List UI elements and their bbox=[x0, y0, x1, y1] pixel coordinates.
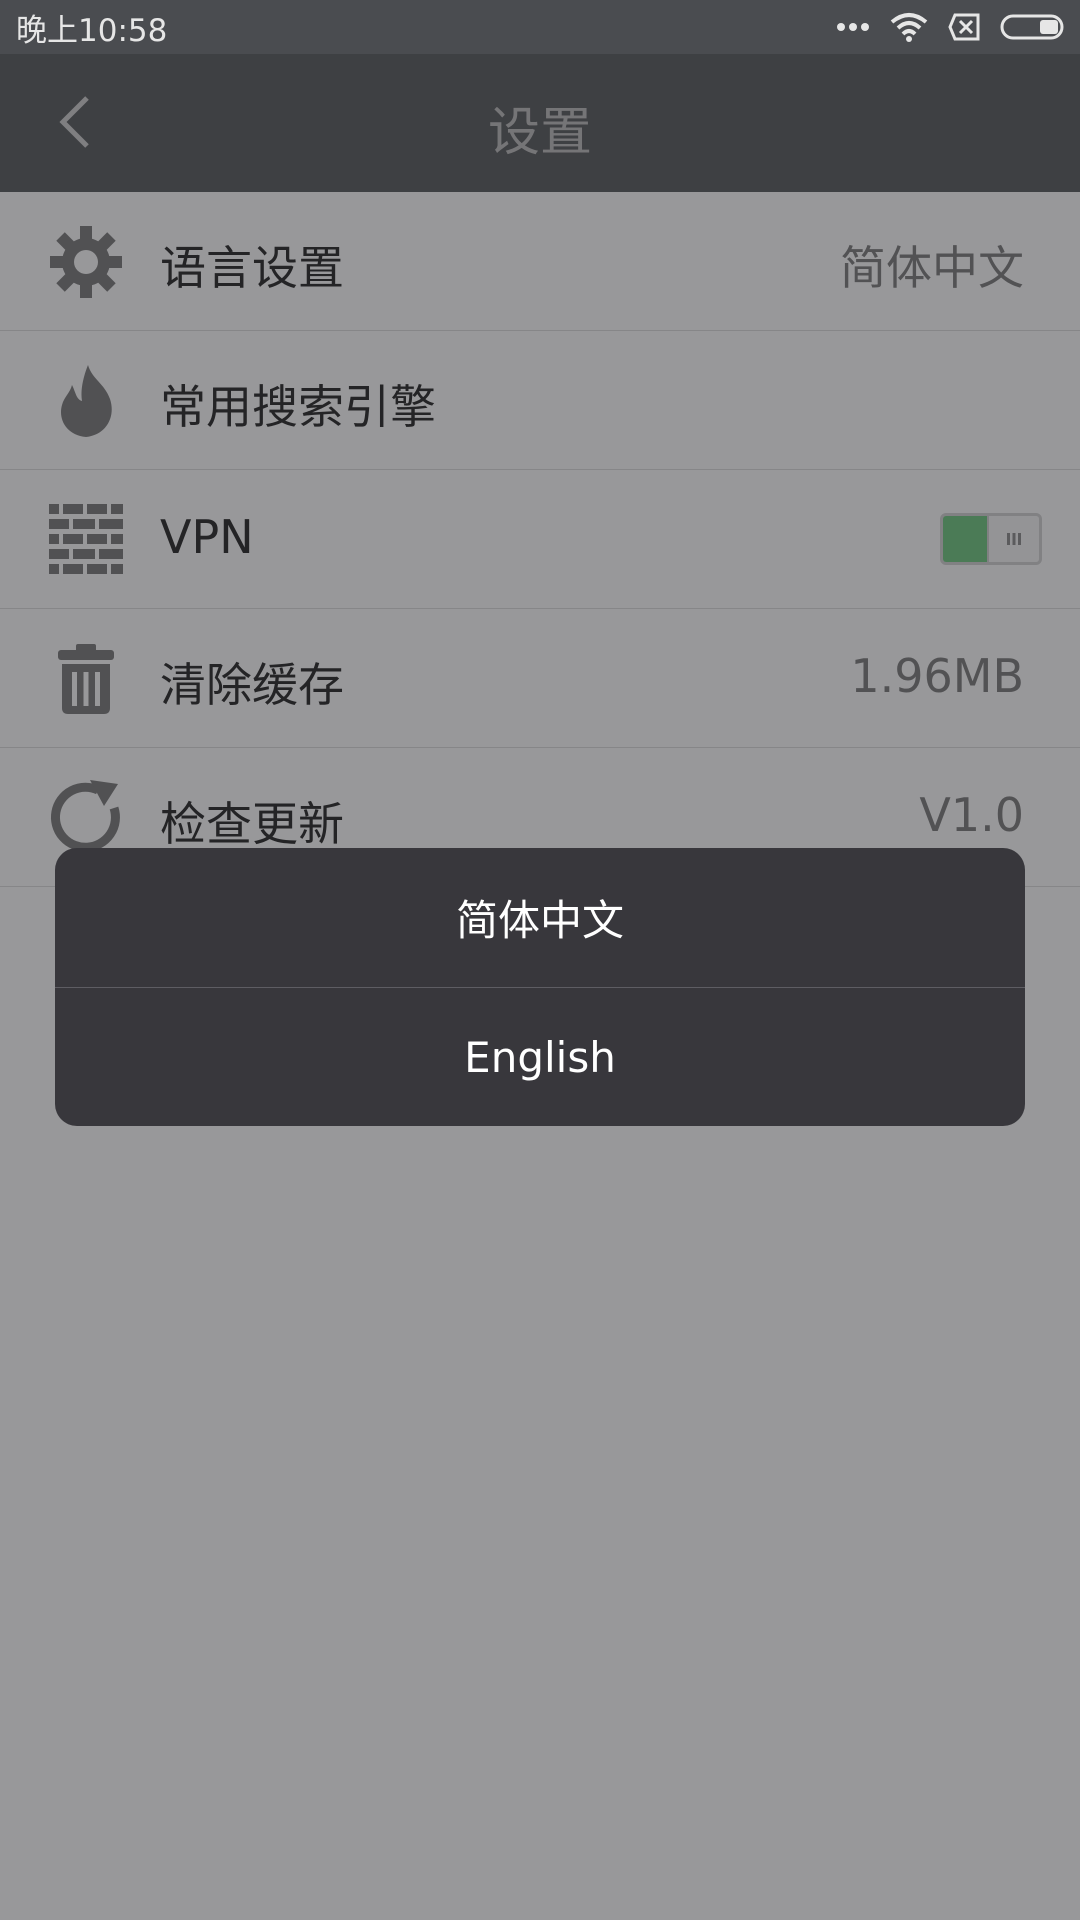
status-time: 晚上10:58 bbox=[16, 12, 168, 49]
wifi-icon bbox=[890, 12, 928, 42]
no-sim-icon bbox=[948, 13, 980, 41]
language-option-english[interactable]: English bbox=[55, 988, 1025, 1126]
battery-icon bbox=[1000, 14, 1066, 40]
more-dots-icon bbox=[836, 22, 870, 32]
status-bar: 晚上10:58 bbox=[0, 0, 1080, 54]
status-icons bbox=[836, 12, 1066, 42]
language-dialog: 简体中文 English bbox=[55, 848, 1025, 1126]
settings-screen: 晚上10:58 设置 语言设置 简体中文 常用搜索引擎 VPN 清除缓存 1.9… bbox=[0, 0, 1080, 1920]
language-option-chinese[interactable]: 简体中文 bbox=[55, 848, 1025, 987]
